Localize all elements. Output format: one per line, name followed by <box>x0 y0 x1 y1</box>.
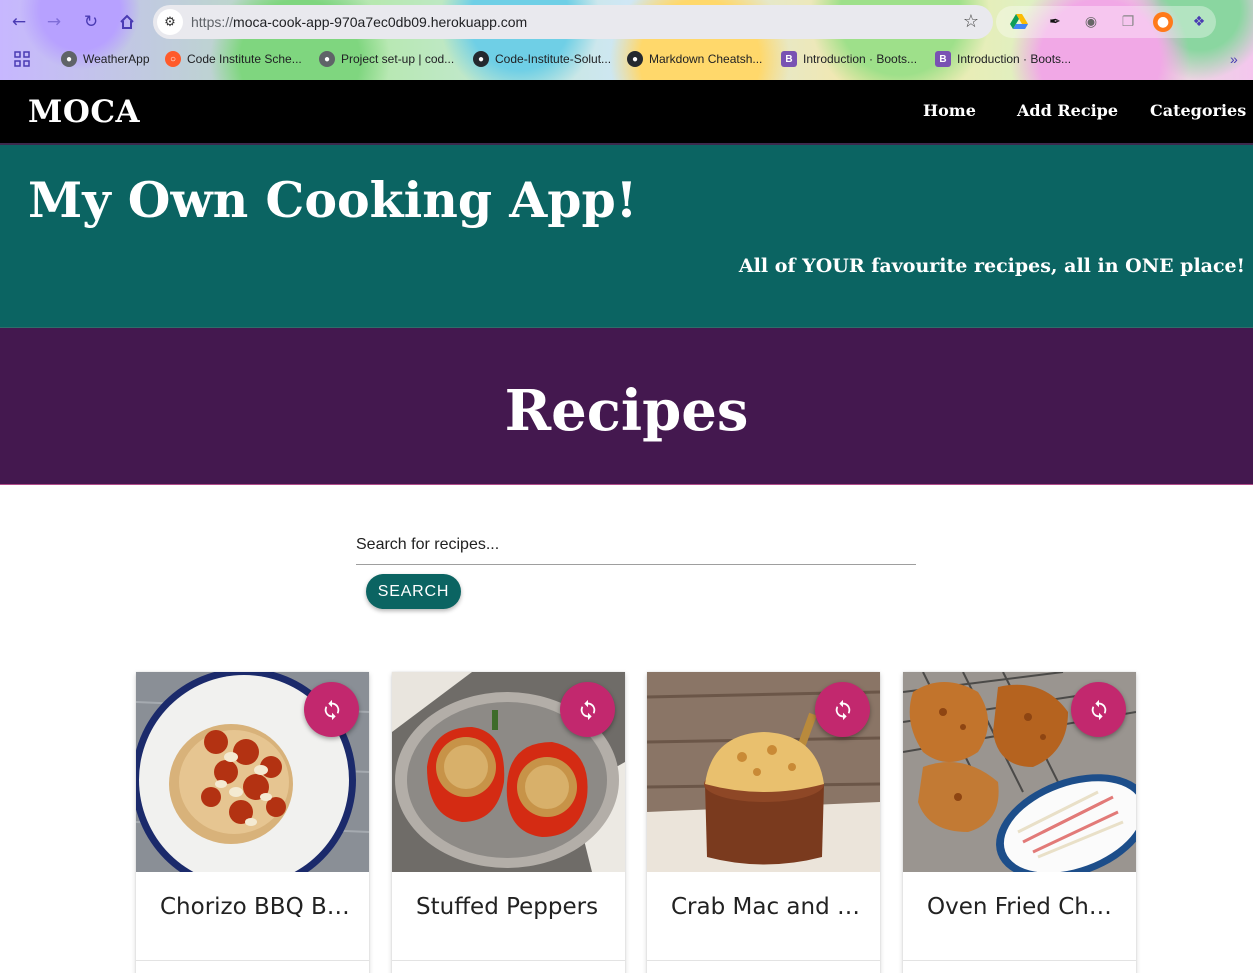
apps-grid-icon[interactable] <box>14 49 30 69</box>
recipe-image-stuffed-peppers[interactable] <box>392 672 625 872</box>
globe-icon: ● <box>61 51 77 67</box>
github-icon: ● <box>627 51 643 67</box>
code-institute-icon: ○ <box>165 51 181 67</box>
bookmarks-bar: ● WeatherApp ○ Code Institute Sche... ● Pro… <box>0 47 1253 71</box>
bookmark-item[interactable]: ● WeatherApp <box>61 49 150 69</box>
extension-icon[interactable]: ◉ <box>1081 12 1101 32</box>
search-button[interactable]: SEARCH <box>366 574 461 609</box>
bookmark-label: Code Institute Sche... <box>187 52 302 66</box>
more-bookmarks-chevron-icon[interactable]: » <box>1230 49 1238 69</box>
hero-section: My Own Cooking App! All of YOUR favourit… <box>0 143 1253 327</box>
recipes-banner: Recipes <box>0 327 1253 485</box>
nav-link-categories[interactable]: Categories <box>1150 101 1246 120</box>
recipe-card-title[interactable]: Oven Fried Chicken <box>927 894 1117 920</box>
bookmark-item[interactable]: ● Project set-up | cod... <box>319 49 454 69</box>
recipe-card-title[interactable]: Chorizo BBQ Beans <box>160 894 350 920</box>
copy-icon[interactable]: ❐ <box>1118 12 1138 32</box>
flip-card-button[interactable] <box>1071 682 1126 737</box>
bookmark-label: Markdown Cheatsh... <box>649 52 763 66</box>
back-arrow-icon[interactable]: ← <box>7 10 31 34</box>
nav-link-add-recipe[interactable]: Add Recipe <box>1017 101 1118 120</box>
recipes-heading: Recipes <box>504 378 749 444</box>
sync-icon <box>580 699 595 720</box>
card-divider <box>647 960 880 961</box>
reload-icon[interactable]: ↻ <box>79 10 103 34</box>
address-bar[interactable]: ⚙ https://moca-cook-app-970a7ec0db09.her… <box>153 5 993 39</box>
bootstrap-icon: B <box>935 51 951 67</box>
bookmark-item[interactable]: ● Code-Institute-Solut... <box>473 49 611 69</box>
url-host: moca-cook-app-970a7ec0db09.herokuapp.com <box>233 14 528 30</box>
search-input[interactable] <box>356 525 916 565</box>
recipe-image-fried-chicken[interactable] <box>903 672 1136 872</box>
bookmark-label: WeatherApp <box>83 52 150 66</box>
card-divider <box>903 960 1136 961</box>
recipe-card-title[interactable]: Stuffed Peppers <box>416 894 606 920</box>
bookmark-label: Project set-up | cod... <box>341 52 455 66</box>
brand-logo[interactable]: MOCA <box>28 94 140 130</box>
recipe-image-crab-mac[interactable] <box>647 672 880 872</box>
url-scheme: https:// <box>191 14 234 30</box>
globe-icon: ● <box>319 51 335 67</box>
orange-extension-icon[interactable]: ● <box>1153 12 1173 32</box>
forward-arrow-icon[interactable]: → <box>42 10 66 34</box>
card-divider <box>136 960 369 961</box>
bookmark-item[interactable]: B Introduction · Boots... <box>935 49 1071 69</box>
bootstrap-icon: B <box>781 51 797 67</box>
flip-card-button[interactable] <box>304 682 359 737</box>
sync-icon <box>324 699 339 720</box>
puzzle-extensions-icon[interactable]: ❖ <box>1189 12 1209 32</box>
recipe-card[interactable]: Crab Mac and Cheese <box>647 672 880 973</box>
github-icon: ● <box>473 51 489 67</box>
recipe-card[interactable]: Oven Fried Chicken <box>903 672 1136 973</box>
bookmark-label: Introduction · Boots... <box>957 52 1072 66</box>
nav-link-home[interactable]: Home <box>923 101 976 120</box>
recipe-card-title[interactable]: Crab Mac and Cheese <box>671 894 861 920</box>
bookmark-label: Code-Institute-Solut... <box>495 52 612 66</box>
browser-chrome: ← → ↻ ⚙ https://moca-cook-app-970a7ec0db… <box>0 0 1253 80</box>
home-icon[interactable] <box>115 10 139 34</box>
flip-card-button[interactable] <box>815 682 870 737</box>
site-settings-icon[interactable]: ⚙ <box>157 9 183 35</box>
flip-card-button[interactable] <box>560 682 615 737</box>
sync-icon <box>835 699 850 720</box>
recipe-card[interactable]: Chorizo BBQ Beans <box>136 672 369 973</box>
sync-icon <box>1091 699 1106 720</box>
hero-subtitle: All of YOUR favourite recipes, all in ON… <box>738 255 1245 277</box>
bookmark-item[interactable]: B Introduction · Boots... <box>781 49 917 69</box>
recipe-card[interactable]: Stuffed Peppers <box>392 672 625 973</box>
google-drive-icon[interactable] <box>1009 12 1029 32</box>
recipe-image-chorizo-beans[interactable] <box>136 672 369 872</box>
bookmark-item[interactable]: ○ Code Institute Sche... <box>165 49 302 69</box>
card-divider <box>392 960 625 961</box>
address-url: https://moca-cook-app-970a7ec0db09.herok… <box>191 14 527 30</box>
bookmark-label: Introduction · Boots... <box>803 52 918 66</box>
bookmark-star-icon[interactable]: ☆ <box>963 11 979 32</box>
bookmark-item[interactable]: ● Markdown Cheatsh... <box>627 49 762 69</box>
site-navbar: MOCA Home Add Recipe Categories <box>0 80 1253 143</box>
extensions-area <box>996 6 1216 38</box>
eyedropper-icon[interactable]: ✒ <box>1045 12 1065 32</box>
hero-title: My Own Cooking App! <box>28 171 638 229</box>
